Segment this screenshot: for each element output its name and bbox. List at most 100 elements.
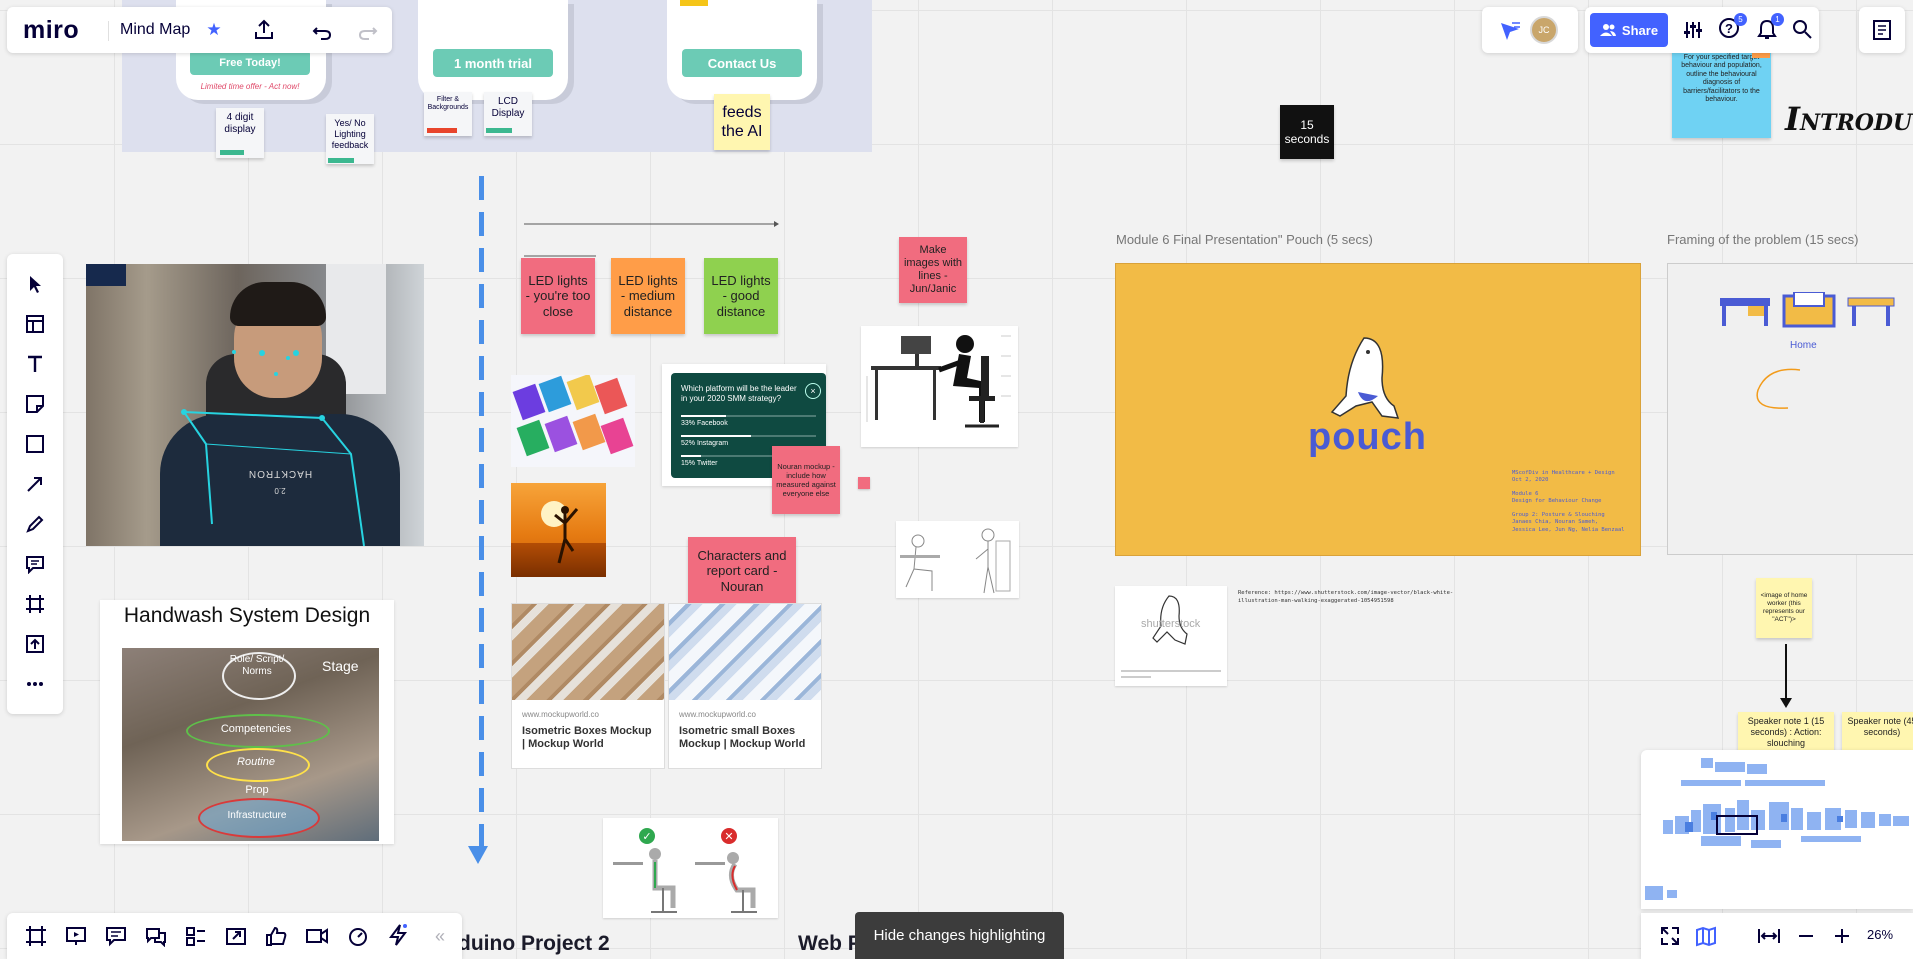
zoom-level[interactable]: 26% xyxy=(1867,927,1893,942)
more-tools[interactable] xyxy=(7,664,63,704)
board-title[interactable]: Mind Map xyxy=(120,21,190,39)
meta-line: Module 6 xyxy=(1512,490,1539,497)
comments-icon[interactable] xyxy=(105,925,127,947)
sticky-make-images[interactable]: Make images with lines - Jun/Janic xyxy=(899,237,967,303)
text-icon xyxy=(28,355,42,372)
comment-tool[interactable] xyxy=(7,544,63,584)
handwash-frame[interactable]: Handwash System Design Stage Role/ Scrip… xyxy=(100,600,394,844)
link-card-url: www.mockupworld.co xyxy=(679,710,756,719)
sticky-15-seconds[interactable]: 15 seconds xyxy=(1280,105,1334,159)
miro-logo[interactable]: miro xyxy=(23,16,79,45)
handwash-photo: Stage Role/ Script/ Norms Competencies R… xyxy=(122,648,379,841)
furniture-icons xyxy=(1720,292,1895,328)
sunset-yoga-image[interactable] xyxy=(511,483,606,577)
reactions-thumbs-up-icon[interactable] xyxy=(265,925,287,947)
sticky-note-icon xyxy=(26,395,44,413)
connection-line-tool[interactable] xyxy=(7,464,63,504)
undo-icon[interactable] xyxy=(311,20,333,42)
video-call-icon[interactable] xyxy=(305,925,329,947)
pouch-meta: MScofDiv in Healthcare + Design Oct 2, 2… xyxy=(1512,470,1634,534)
free-today-button[interactable]: Free Today! xyxy=(190,50,310,75)
link-card-thumbnail xyxy=(512,604,664,700)
frame-tool[interactable] xyxy=(7,584,63,624)
project2-label[interactable]: duino Project 2 xyxy=(458,932,610,956)
timer-icon[interactable] xyxy=(347,925,369,947)
good-bad-posture-image[interactable]: ✓ ✕ xyxy=(603,818,778,918)
avatar[interactable]: JC xyxy=(1530,16,1558,44)
left-toolbar xyxy=(7,254,63,714)
hide-changes-button[interactable]: Hide changes highlighting xyxy=(855,912,1064,959)
pen-tool[interactable] xyxy=(7,504,63,544)
poll-bar-fill-facebook xyxy=(681,415,726,417)
webcam-pose-image[interactable]: HACKTRON 2.0 xyxy=(86,264,424,546)
timeline-dashed-line[interactable] xyxy=(479,176,484,856)
meta-line: Janaes Chia, Nouran Sameh, xyxy=(1512,519,1599,526)
minimap-toggle-icon[interactable] xyxy=(1695,925,1717,947)
power-ups-lightning-icon[interactable] xyxy=(387,923,409,947)
poll-option-facebook[interactable]: 33% Facebook xyxy=(681,415,816,427)
settings-sliders-icon[interactable] xyxy=(1682,19,1704,41)
upload-export-icon[interactable] xyxy=(252,18,276,42)
sticky-speaker-note-2[interactable]: Speaker note (45 seconds) xyxy=(1842,712,1913,752)
link-card-title[interactable]: Isometric Boxes Mockup | Mockup World xyxy=(522,725,654,750)
framing-frame-title[interactable]: Framing of the problem (15 secs) xyxy=(1667,232,1858,247)
arrow-line-icon xyxy=(27,477,42,492)
reference-link[interactable]: Reference: https://www.shutterstock.com/… xyxy=(1238,590,1470,605)
sticky-nouran-mockup[interactable]: Nouran mockup - include how measured aga… xyxy=(772,446,840,514)
poll-close-icon[interactable]: × xyxy=(805,383,821,399)
chat-icon[interactable] xyxy=(145,925,167,947)
notes-list-icon[interactable] xyxy=(1871,19,1893,41)
sticky-feeds-ai[interactable]: feeds the AI xyxy=(714,94,770,150)
social-cards-image[interactable] xyxy=(511,375,635,467)
stage-label: Stage xyxy=(322,658,359,674)
contact-us-button[interactable]: Contact Us xyxy=(682,49,802,77)
cards-icon[interactable] xyxy=(185,925,207,947)
templates-tool[interactable] xyxy=(7,304,63,344)
text-tool[interactable] xyxy=(7,344,63,384)
fit-screen-icon[interactable] xyxy=(1659,925,1681,947)
share-button[interactable]: Share xyxy=(1590,13,1668,47)
framing-slide[interactable]: Home xyxy=(1667,263,1913,555)
frames-icon[interactable] xyxy=(25,925,47,947)
sticky-note-tool[interactable] xyxy=(7,384,63,424)
board-title-panel: miro Mind Map ★ xyxy=(7,7,392,53)
sticky-home-worker[interactable]: <image of home worker (this represents o… xyxy=(1756,578,1812,638)
cursor-flag-icon[interactable] xyxy=(1498,19,1522,41)
sticky-behavioural-diagnosis[interactable]: For your specified target behaviour and … xyxy=(1672,44,1771,138)
zoom-out-icon[interactable] xyxy=(1795,925,1817,947)
sticky-lighting-feedback[interactable]: Yes/ No Lighting feedback xyxy=(326,114,374,164)
minimap-panel[interactable] xyxy=(1641,750,1913,909)
star-icon[interactable]: ★ xyxy=(203,19,225,41)
share-screen-icon[interactable] xyxy=(225,925,247,947)
search-icon[interactable] xyxy=(1791,18,1813,40)
link-card-isometric-boxes[interactable]: www.mockupworld.co Isometric Boxes Mocku… xyxy=(511,603,665,769)
fit-width-icon[interactable] xyxy=(1757,925,1781,947)
pouch-frame-title[interactable]: Module 6 Final Presentation" Pouch (5 se… xyxy=(1116,232,1373,247)
redo-icon[interactable] xyxy=(357,20,379,42)
sticky-led-medium[interactable]: LED lights - medium distance xyxy=(611,258,685,334)
meta-line: Oct 2, 2020 xyxy=(1512,477,1549,484)
sticky-characters-report[interactable]: Characters and report card - Nouran xyxy=(688,537,796,605)
shutterstock-image[interactable]: shutterstock xyxy=(1115,586,1227,686)
presentation-icon[interactable] xyxy=(65,925,87,947)
link-card-title[interactable]: Isometric small Boxes Mockup | Mockup Wo… xyxy=(679,725,811,750)
link-card-isometric-small-boxes[interactable]: www.mockupworld.co Isometric small Boxes… xyxy=(668,603,822,769)
pouch-wordmark: pouch xyxy=(1308,416,1427,458)
sticky-led-too-close[interactable]: LED lights - you're too close xyxy=(521,258,595,334)
small-pink-sticky[interactable] xyxy=(858,477,870,489)
select-tool[interactable] xyxy=(7,264,63,304)
down-arrow-icon xyxy=(1780,644,1792,708)
posture-sketch-image[interactable] xyxy=(896,521,1019,598)
sticky-led-good[interactable]: LED lights - good distance xyxy=(704,258,778,334)
sticky-bar-green-2 xyxy=(328,158,354,163)
meta-line: Design for Behaviour Change xyxy=(1512,498,1602,505)
upload-tool[interactable] xyxy=(7,624,63,664)
sticky-speaker-note-1[interactable]: Speaker note 1 (15 seconds) : Action: sl… xyxy=(1738,712,1834,752)
zoom-in-icon[interactable] xyxy=(1831,925,1853,947)
month-trial-button[interactable]: 1 month trial xyxy=(433,49,553,77)
intro-heading[interactable]: Introdu xyxy=(1785,100,1912,138)
pouch-slide[interactable]: pouch MScofDiv in Healthcare + Design Oc… xyxy=(1115,263,1641,556)
posture-measurement-image[interactable] xyxy=(861,326,1018,447)
shape-tool[interactable] xyxy=(7,424,63,464)
collapse-toolbar-button[interactable]: « xyxy=(427,923,453,949)
